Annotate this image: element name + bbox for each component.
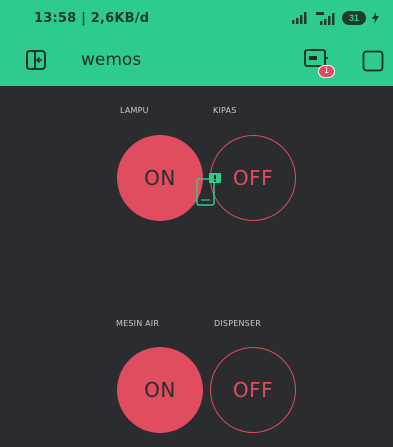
phone-notice-icon <box>196 173 221 206</box>
charging-icon <box>372 12 379 24</box>
lampu-toggle-button[interactable]: ON <box>117 135 203 221</box>
widget-label-lampu: LAMPU <box>120 106 149 115</box>
status-time: 13:58 | 2,6KB/d <box>34 11 150 26</box>
status-icons: 31 <box>291 10 379 26</box>
dashboard: LAMPU KIPAS ON OFF MESIN AIR DISPENSER O… <box>0 86 393 447</box>
widget-label-mesin-air: MESIN AIR <box>116 319 160 328</box>
notification-badge: 1 <box>318 65 335 78</box>
battery-indicator: 31 <box>341 11 366 25</box>
signal-4g-icon <box>315 11 335 25</box>
device-button[interactable]: 1 <box>304 48 338 82</box>
app-bar: wemos 1 <box>0 36 393 86</box>
square-icon[interactable] <box>362 50 384 72</box>
battery-level: 31 <box>348 13 359 23</box>
dispenser-toggle-button[interactable]: OFF <box>210 347 296 433</box>
dispenser-state: OFF <box>232 378 274 402</box>
widget-label-dispenser: DISPENSER <box>214 319 261 328</box>
widget-label-kipas: KIPAS <box>213 106 237 115</box>
project-name: wemos <box>81 50 142 70</box>
signal-icon <box>291 12 307 24</box>
mesin-air-toggle-button[interactable]: ON <box>117 347 203 433</box>
mesin-air-state: ON <box>144 378 176 402</box>
notification-count: 1 <box>323 66 330 75</box>
exit-icon[interactable] <box>25 49 47 71</box>
kipas-state: OFF <box>232 166 274 190</box>
status-bar: 13:58 | 2,6KB/d 31 <box>0 0 393 36</box>
lampu-state: ON <box>144 166 176 190</box>
